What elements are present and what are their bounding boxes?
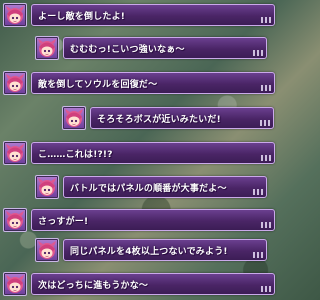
chat-message: こ……これは!?!? [3, 141, 275, 165]
character-face-icon [38, 178, 56, 196]
chat-message: バトルではパネルの順番が大事だよ～ [35, 175, 267, 199]
character-face-icon [6, 74, 24, 92]
message-text: こ……これは!?!? [38, 149, 113, 160]
message-text: よーし敵を倒したよ! [38, 11, 126, 22]
character-avatar [3, 141, 27, 165]
message-bubble: バトルではパネルの順番が大事だよ～ [63, 176, 267, 198]
character-avatar [3, 71, 27, 95]
character-face-icon [65, 109, 83, 127]
message-text: さっすがー! [38, 216, 89, 227]
message-text: バトルではパネルの順番が大事だよ～ [70, 183, 227, 194]
character-face-icon [38, 39, 56, 57]
message-bubble: 敵を倒してソウルを回復だ～ [31, 72, 275, 94]
character-avatar [35, 238, 59, 262]
chat-message: 同じパネルを4枚以上つないでみよう! [35, 238, 267, 262]
chat-message: よーし敵を倒したよ! [3, 3, 275, 27]
message-bubble: こ……これは!?!? [31, 142, 275, 164]
message-bubble: 次はどっちに進もうかな～ [31, 273, 275, 295]
character-avatar [35, 36, 59, 60]
character-avatar [62, 106, 86, 130]
message-bubble: 同じパネルを4枚以上つないでみよう! [63, 239, 267, 261]
character-avatar [3, 3, 27, 27]
message-bubble: さっすがー! [31, 209, 275, 231]
chat-message: 敵を倒してソウルを回復だ～ [3, 71, 275, 95]
message-text: むむむっ!こいつ強いなぁ～ [70, 44, 185, 55]
character-face-icon [6, 144, 24, 162]
message-bubble: よーし敵を倒したよ! [31, 4, 275, 26]
character-avatar [35, 175, 59, 199]
character-face-icon [6, 211, 24, 229]
message-text: 同じパネルを4枚以上つないでみよう! [70, 246, 228, 257]
character-avatar [3, 272, 27, 296]
message-text: そろそろボスが近いみたいだ! [97, 114, 221, 125]
character-face-icon [6, 275, 24, 293]
character-face-icon [6, 6, 24, 24]
message-bubble: そろそろボスが近いみたいだ! [90, 107, 274, 129]
character-face-icon [38, 241, 56, 259]
chat-message: そろそろボスが近いみたいだ! [62, 106, 274, 130]
character-avatar [3, 208, 27, 232]
chat-message: 次はどっちに進もうかな～ [3, 272, 275, 296]
chat-message: さっすがー! [3, 208, 275, 232]
chat-message: むむむっ!こいつ強いなぁ～ [35, 36, 267, 60]
message-text: 次はどっちに進もうかな～ [38, 280, 149, 291]
message-text: 敵を倒してソウルを回復だ～ [38, 79, 158, 90]
message-bubble: むむむっ!こいつ強いなぁ～ [63, 37, 267, 59]
